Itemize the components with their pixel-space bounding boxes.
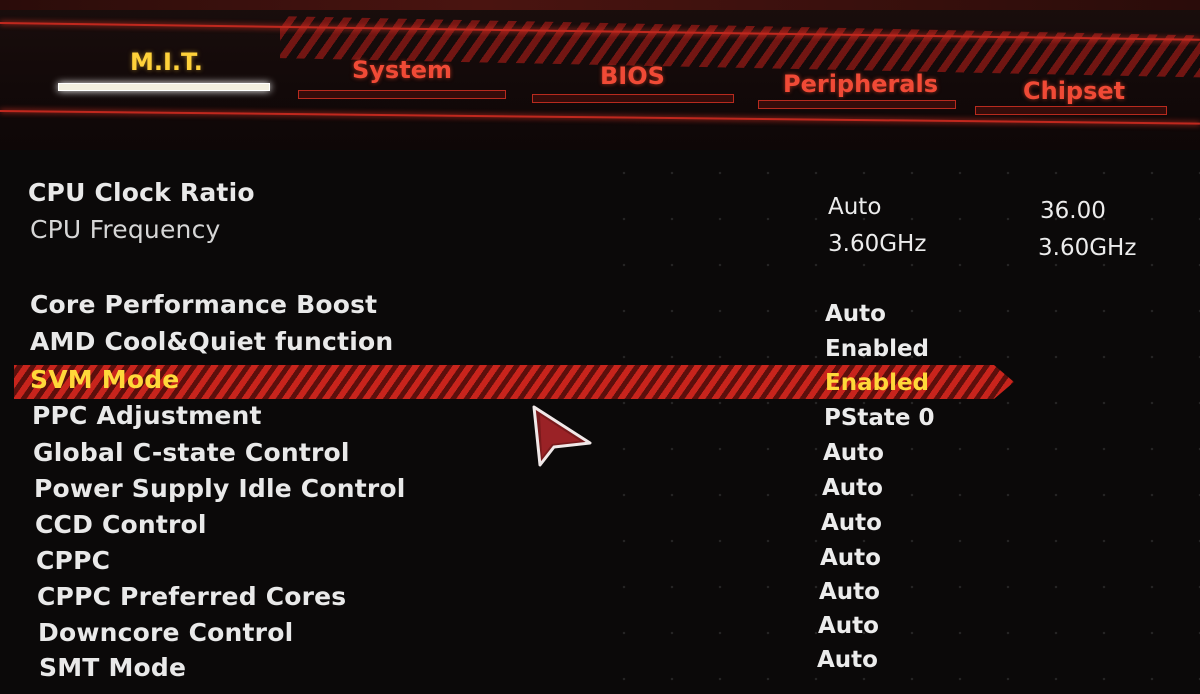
setting-row-cpu-clock-ratio[interactable]: CPU Clock Ratio Auto 36.00 (0, 178, 1200, 224)
setting-row-cpu-frequency: CPU Frequency 3.60GHz 3.60GHz (0, 215, 1200, 261)
setting-label: Core Performance Boost (30, 290, 378, 319)
setting-value[interactable]: Enabled (825, 336, 929, 362)
setting-row-smt-mode[interactable]: SMT Mode Auto (0, 647, 1200, 687)
setting-value[interactable]: Auto (820, 545, 881, 571)
setting-row-svm-mode[interactable]: SVM Mode Enabled (0, 365, 1200, 399)
setting-row-cppc-preferred-cores[interactable]: CPPC Preferred Cores Auto (0, 579, 1200, 616)
setting-label: CPPC (36, 546, 111, 575)
setting-value[interactable]: Auto (822, 475, 883, 501)
setting-value: 3.60GHz (828, 231, 927, 257)
setting-row-amd-cool-quiet[interactable]: AMD Cool&Quiet function Enabled (0, 327, 1200, 362)
setting-value[interactable]: Auto (818, 613, 879, 639)
tab-system-underline (298, 90, 506, 99)
tab-chipset-underline (975, 106, 1167, 115)
setting-label: Downcore Control (38, 618, 294, 647)
setting-label: CPU Frequency (30, 215, 221, 244)
setting-label: AMD Cool&Quiet function (30, 327, 394, 356)
tab-peripherals[interactable]: Peripherals (783, 70, 938, 98)
setting-label: CPPC Preferred Cores (37, 582, 347, 611)
setting-label: CCD Control (35, 510, 207, 539)
mouse-pointer-icon (532, 405, 592, 467)
setting-label: Global C-state Control (33, 438, 350, 467)
setting-label: SMT Mode (39, 653, 187, 682)
setting-label: SVM Mode (30, 365, 180, 394)
setting-row-core-performance-boost[interactable]: Core Performance Boost Auto (0, 290, 1200, 327)
setting-value[interactable]: Auto (817, 647, 878, 673)
setting-current-value: 3.60GHz (1038, 235, 1137, 261)
setting-value[interactable]: Auto (819, 579, 880, 605)
setting-value[interactable]: Auto (825, 301, 886, 327)
setting-row-cppc[interactable]: CPPC Auto (0, 545, 1200, 580)
tab-bios[interactable]: BIOS (600, 62, 665, 90)
setting-row-ccd-control[interactable]: CCD Control Auto (0, 510, 1200, 544)
setting-value[interactable]: PState 0 (824, 405, 935, 431)
setting-row-power-supply-idle-control[interactable]: Power Supply Idle Control Auto (0, 474, 1200, 508)
setting-value[interactable]: Auto (823, 440, 884, 466)
tab-peripherals-underline (758, 100, 956, 109)
tab-mit-underline (58, 83, 270, 91)
tab-chipset[interactable]: Chipset (1023, 77, 1125, 105)
tab-mit[interactable]: M.I.T. (130, 48, 203, 76)
setting-row-downcore-control[interactable]: Downcore Control Auto (0, 613, 1200, 652)
setting-value[interactable]: Auto (821, 510, 882, 536)
tab-system[interactable]: System (352, 56, 452, 84)
setting-row-ppc-adjustment[interactable]: PPC Adjustment PState 0 (0, 401, 1200, 435)
tab-bios-underline (532, 94, 734, 103)
settings-panel: CPU Clock Ratio Auto 36.00 CPU Frequency… (0, 150, 1200, 694)
setting-label: PPC Adjustment (32, 401, 262, 430)
bios-header: M.I.T. System BIOS Peripherals Chipset (0, 0, 1200, 150)
setting-row-global-c-state-control[interactable]: Global C-state Control Auto (0, 438, 1200, 472)
setting-label: CPU Clock Ratio (28, 178, 255, 207)
header-top-band (0, 0, 1200, 10)
setting-value[interactable]: Enabled (825, 370, 929, 396)
setting-label: Power Supply Idle Control (34, 474, 406, 503)
